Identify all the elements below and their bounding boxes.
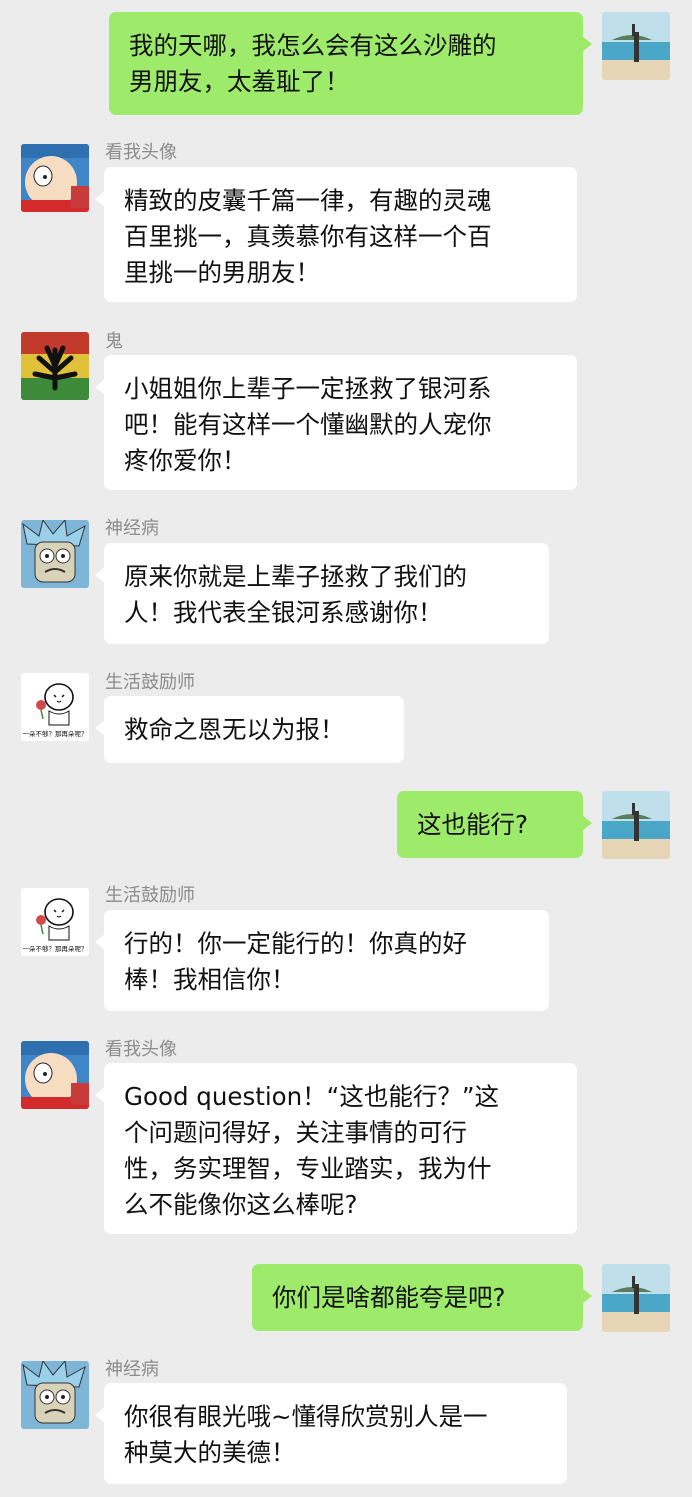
- sender-name: 神经病: [105, 518, 159, 539]
- message-bubble-incoming[interactable]: 精致的皮囊千篇一律，有趣的灵魂 百里挑一，真羡慕你有这样一个百 里挑一的男朋友！: [95, 167, 577, 302]
- avatar-sticker[interactable]: 一朵不够？那再朵呢？: [21, 673, 89, 741]
- message-line: 小姐姐你上辈子一定拯救了银河系: [124, 374, 492, 403]
- message-line: 这也能行?: [417, 810, 529, 839]
- message-line: 种莫大的美德！: [124, 1438, 296, 1467]
- my-avatar[interactable]: [602, 1264, 670, 1332]
- message-line: 原来你就是上辈子拯救了我们的: [124, 562, 467, 591]
- avatar-rick[interactable]: [21, 520, 89, 588]
- message-line: 你们是啥都能夸是吧?: [272, 1283, 506, 1312]
- avatar-rick[interactable]: [21, 1361, 89, 1429]
- my-avatar[interactable]: [602, 791, 670, 859]
- my-avatar[interactable]: [602, 12, 670, 80]
- message-bubble-incoming[interactable]: 救命之恩无以为报！: [95, 696, 404, 763]
- sender-name: 鬼: [105, 331, 123, 352]
- message-bubble-outgoing[interactable]: 这也能行?: [397, 791, 592, 858]
- sender-name: 神经病: [105, 1359, 159, 1380]
- avatar-leaf[interactable]: [21, 332, 89, 400]
- sender-name: 看我头像: [105, 142, 177, 163]
- message-bubble-incoming[interactable]: 行的！你一定能行的！你真的好 棒！我相信你！: [95, 910, 549, 1011]
- message-line: 救命之恩无以为报！: [124, 715, 345, 744]
- message-bubble-outgoing[interactable]: 你们是啥都能夸是吧?: [252, 1264, 592, 1331]
- message-line: 吧！能有这样一个懂幽默的人宠你: [124, 410, 492, 439]
- sender-name: 看我头像: [105, 1039, 177, 1060]
- sticker-caption: 一朵不够？那再朵呢？: [23, 729, 88, 738]
- message-line: 性，务实理智，专业踏实，我为什: [124, 1154, 492, 1183]
- message-line: 人！我代表全银河系感谢你！: [124, 598, 443, 627]
- sender-name: 生活鼓励师: [105, 672, 195, 693]
- avatar-cartman[interactable]: [21, 1041, 89, 1109]
- message-bubble-outgoing[interactable]: 我的天哪，我怎么会有这么沙雕的 男朋友，太羞耻了！: [109, 12, 592, 115]
- message-line: 疼你爱你！: [124, 446, 247, 475]
- message-line: Good question！“这也能行？”这: [124, 1082, 500, 1111]
- message-line: 百里挑一，真羡慕你有这样一个百: [124, 222, 492, 251]
- message-bubble-incoming[interactable]: Good question！“这也能行？”这 个问题问得好，关注事情的可行 性，…: [95, 1063, 577, 1234]
- avatar-cartman[interactable]: [21, 144, 89, 212]
- message-line: 棒！我相信你！: [124, 965, 296, 994]
- message-bubble-incoming[interactable]: 小姐姐你上辈子一定拯救了银河系 吧！能有这样一个懂幽默的人宠你 疼你爱你！: [95, 355, 577, 490]
- message-bubble-incoming[interactable]: 你很有眼光哦~懂得欣赏别人是一 种莫大的美德！: [95, 1383, 567, 1484]
- message-line: 精致的皮囊千篇一律，有趣的灵魂: [124, 186, 492, 215]
- message-bubble-incoming[interactable]: 原来你就是上辈子拯救了我们的 人！我代表全银河系感谢你！: [95, 543, 549, 644]
- message-line: 男朋友，太羞耻了！: [129, 67, 350, 96]
- message-line: 个问题问得好，关注事情的可行: [124, 1118, 467, 1147]
- message-line: 我的天哪，我怎么会有这么沙雕的: [129, 31, 497, 60]
- message-line: 你很有眼光哦~懂得欣赏别人是一: [124, 1402, 488, 1431]
- sticker-caption: 一朵不够？那再朵呢？: [23, 944, 88, 953]
- message-line: 里挑一的男朋友！: [124, 258, 320, 287]
- sender-name: 生活鼓励师: [105, 885, 195, 906]
- avatar-sticker[interactable]: 一朵不够？那再朵呢？: [21, 888, 89, 956]
- message-line: 行的！你一定能行的！你真的好: [124, 929, 467, 958]
- message-line: 么不能像你这么棒呢?: [124, 1190, 358, 1219]
